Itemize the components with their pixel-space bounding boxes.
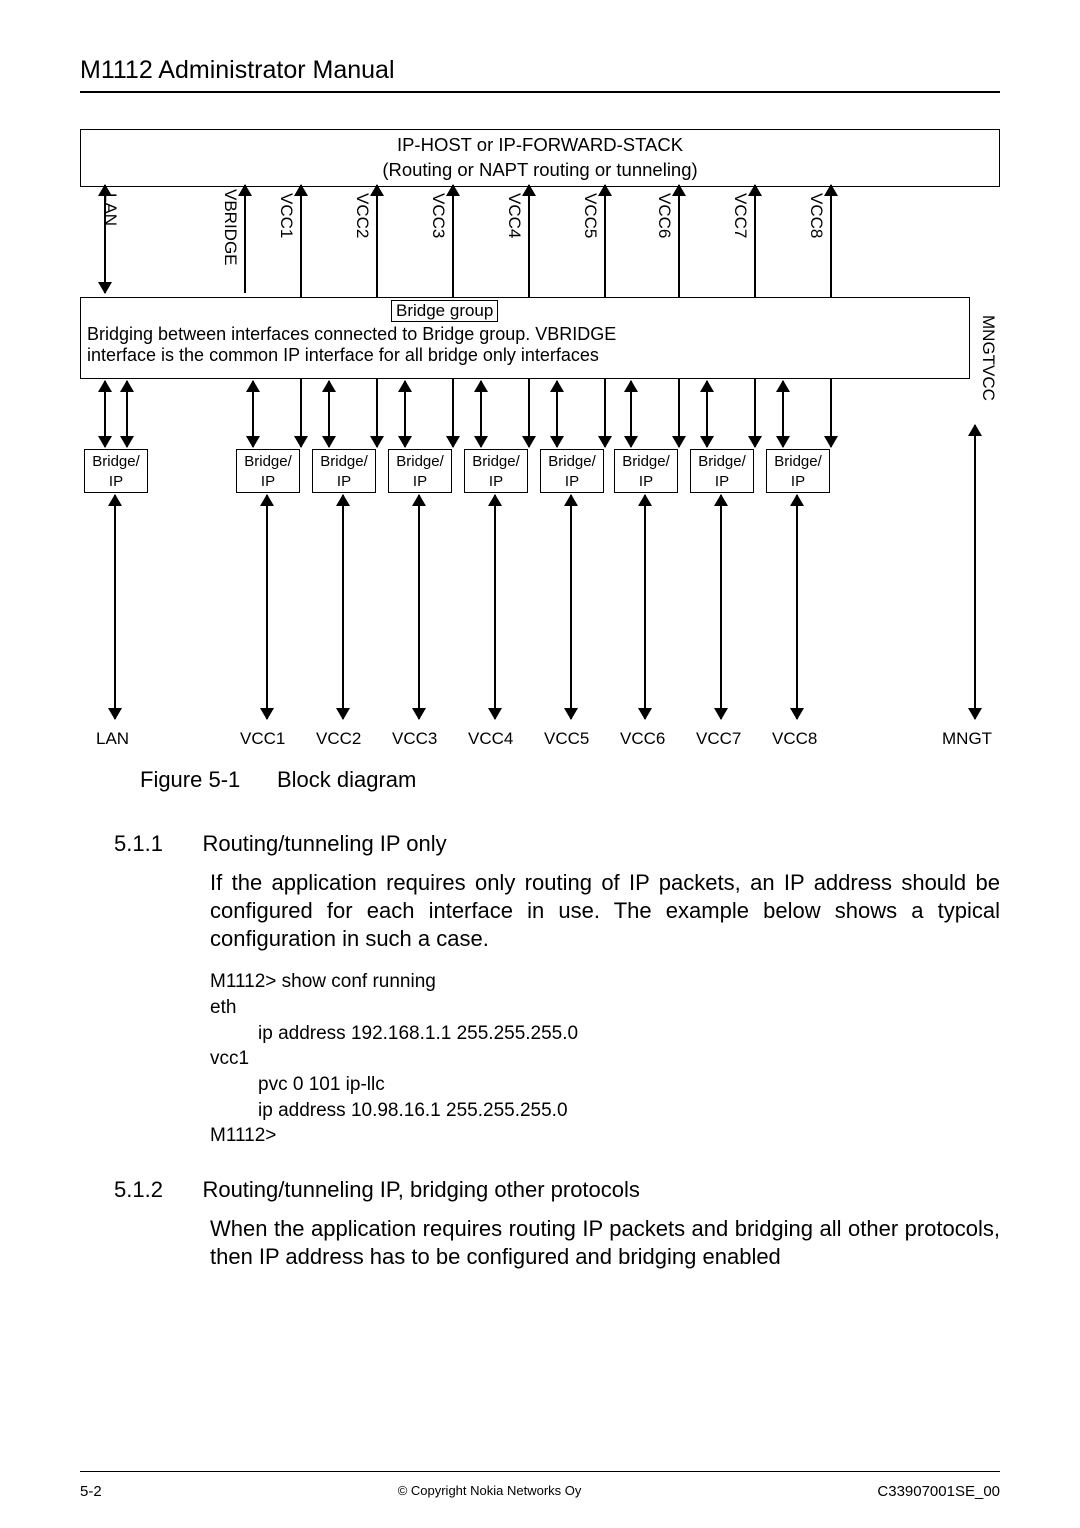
section-5-1-1-heading: 5.1.1 Routing/tunneling IP only (114, 831, 1000, 857)
bridge-line1: Bridging between interfaces connected to… (87, 324, 616, 344)
col-vbridge: VBRIDGE (220, 189, 240, 266)
bl-vcc1: VCC1 (240, 729, 285, 749)
ip-box-vcc2: Bridge/IP (312, 449, 376, 493)
ip-box-vcc6: Bridge/IP (614, 449, 678, 493)
code-l3: vcc1 (210, 1046, 1000, 1072)
top-line1: IP-HOST or IP-FORWARD-STACK (397, 134, 683, 155)
col-vcc1: VCC1 (276, 193, 296, 238)
bl-vcc2: VCC2 (316, 729, 361, 749)
sec-num: 5.1.1 (114, 831, 198, 857)
bridge-line2: interface is the common IP interface for… (87, 345, 599, 365)
col-vcc7: VCC7 (730, 193, 750, 238)
col-vcc4: VCC4 (504, 193, 524, 238)
ip-box-vcc8: Bridge/IP (766, 449, 830, 493)
figcap-num: Figure 5-1 (140, 767, 240, 792)
bl-vcc4: VCC4 (468, 729, 513, 749)
col-vcc2: VCC2 (352, 193, 372, 238)
figure-caption: Figure 5-1 Block diagram (140, 767, 1000, 793)
code-l2: ip address 192.168.1.1 255.255.255.0 (258, 1021, 1000, 1047)
ip-box-vcc4: Bridge/IP (464, 449, 528, 493)
mngtvcc-label: MNGTVCC (978, 315, 998, 401)
block-diagram: IP-HOST or IP-FORWARD-STACK (Routing or … (80, 129, 1000, 749)
bl-lan: LAN (96, 729, 129, 749)
figcap-txt: Block diagram (277, 767, 416, 792)
sec1-code: M1112> show conf running eth ip address … (210, 969, 1000, 1148)
bridge-group-title: Bridge group (391, 300, 498, 322)
code-l4: pvc 0 101 ip-llc (258, 1072, 1000, 1098)
bl-vcc6: VCC6 (620, 729, 665, 749)
bl-vcc8: VCC8 (772, 729, 817, 749)
ip-box-vcc7: Bridge/IP (690, 449, 754, 493)
ftr-mid: © Copyright Nokia Networks Oy (398, 1483, 582, 1500)
bridge-group-box: Bridge group Bridging between interfaces… (80, 297, 970, 379)
page-header: M1112 Administrator Manual (80, 56, 1000, 93)
ftr-left: 5-2 (80, 1483, 102, 1500)
top-stack-box: IP-HOST or IP-FORWARD-STACK (Routing or … (80, 129, 1000, 187)
code-l6: M1112> (210, 1123, 1000, 1149)
section-5-1-2-heading: 5.1.2 Routing/tunneling IP, bridging oth… (114, 1177, 1000, 1203)
bl-mngt: MNGT (942, 729, 992, 749)
top-line2: (Routing or NAPT routing or tunneling) (382, 159, 697, 180)
col-vcc8: VCC8 (806, 193, 826, 238)
page-footer: 5-2 © Copyright Nokia Networks Oy C33907… (80, 1483, 1000, 1500)
ip-box-vcc5: Bridge/IP (540, 449, 604, 493)
sec-title: Routing/tunneling IP only (202, 831, 446, 857)
col-vcc5: VCC5 (580, 193, 600, 238)
col-vcc6: VCC6 (654, 193, 674, 238)
bl-vcc5: VCC5 (544, 729, 589, 749)
bl-vcc3: VCC3 (392, 729, 437, 749)
sec2-para: When the application requires routing IP… (210, 1215, 1000, 1271)
col-vcc3: VCC3 (428, 193, 448, 238)
footer-rule (80, 1471, 1000, 1472)
bl-vcc7: VCC7 (696, 729, 741, 749)
ip-box-vcc1: Bridge/IP (236, 449, 300, 493)
sec2-num: 5.1.2 (114, 1177, 198, 1203)
ip-box-lan: Bridge/IP (84, 449, 148, 493)
ftr-right: C33907001SE_00 (877, 1483, 1000, 1500)
col-lan: LAN (100, 193, 120, 226)
code-l5: ip address 10.98.16.1 255.255.255.0 (258, 1098, 1000, 1124)
sec1-para: If the application requires only routing… (210, 869, 1000, 953)
sec2-title: Routing/tunneling IP, bridging other pro… (202, 1177, 639, 1203)
code-l0: M1112> show conf running (210, 969, 1000, 995)
code-l1: eth (210, 995, 1000, 1021)
ip-box-vcc3: Bridge/IP (388, 449, 452, 493)
